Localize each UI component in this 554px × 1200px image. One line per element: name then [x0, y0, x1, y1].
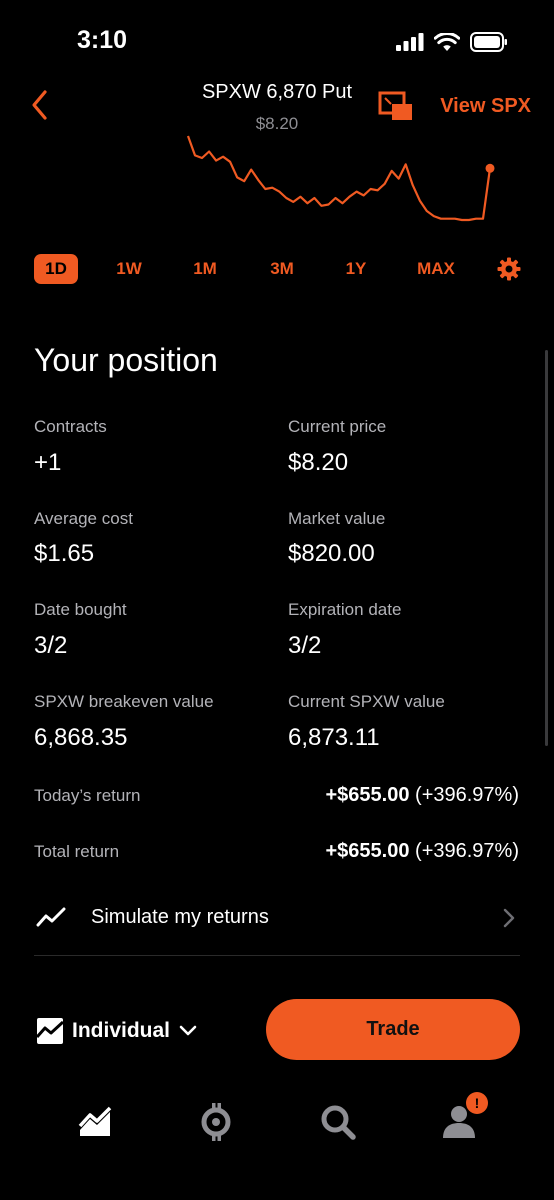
- chart-settings-gear-icon[interactable]: [497, 257, 521, 281]
- range-tab-max[interactable]: MAX: [411, 251, 461, 287]
- date-bought-value: 3/2: [34, 632, 68, 659]
- battery-icon: [470, 32, 507, 52]
- chevron-right-icon: [503, 908, 515, 928]
- current-price-dot: [485, 163, 495, 173]
- status-time: 3:10: [77, 26, 128, 54]
- current-spxw-value: 6,873.11: [288, 724, 380, 751]
- nav-search-icon[interactable]: [318, 1100, 358, 1144]
- range-tab-1y[interactable]: 1Y: [331, 251, 381, 287]
- trend-line-icon: [36, 907, 66, 927]
- stock-chart-icon: [36, 1018, 64, 1044]
- todays-return-value: +$655.00 (+396.97%): [325, 784, 519, 807]
- breakeven-value: 6,868.35: [34, 724, 128, 751]
- wifi-icon: [434, 32, 460, 51]
- scrollbar[interactable]: [545, 350, 548, 746]
- view-spx-link[interactable]: View SPX: [440, 95, 531, 118]
- contracts-label: Contracts: [34, 417, 107, 436]
- current-price-label: Current price: [288, 417, 387, 436]
- position-title: Your position: [34, 342, 218, 378]
- current-spxw-label: Current SPXW value: [288, 692, 445, 711]
- todays-return-percent: (+396.97%): [415, 784, 519, 806]
- trade-button[interactable]: Trade: [266, 999, 520, 1060]
- expiration-date-value: 3/2: [288, 632, 322, 659]
- cellular-signal-icon: [396, 33, 424, 51]
- expiration-date-label: Expiration date: [288, 600, 402, 619]
- status-icons: [396, 30, 508, 54]
- market-value-value: $820.00: [288, 540, 375, 567]
- total-return-amount: +$655.00: [325, 840, 410, 862]
- contracts-value: +1: [34, 449, 62, 476]
- account-selector[interactable]: Individual: [36, 1014, 198, 1048]
- todays-return-label: Today’s return: [34, 786, 141, 805]
- notification-badge: !: [466, 1092, 488, 1114]
- average-cost-value: $1.65: [34, 540, 95, 567]
- nav-investing-icon[interactable]: [76, 1100, 116, 1144]
- total-return-label: Total return: [34, 842, 120, 861]
- divider: [34, 955, 520, 956]
- todays-return-amount: +$655.00: [325, 784, 410, 806]
- range-tab-1m[interactable]: 1M: [180, 251, 230, 287]
- range-tab-1d[interactable]: 1D: [34, 254, 78, 284]
- current-price-value: $8.20: [288, 449, 349, 476]
- total-return-value: +$655.00 (+396.97%): [325, 840, 519, 863]
- date-bought-label: Date bought: [34, 600, 127, 619]
- average-cost-label: Average cost: [34, 509, 133, 528]
- range-tab-1w[interactable]: 1W: [104, 251, 154, 287]
- picture-in-picture-icon[interactable]: [378, 88, 414, 124]
- chevron-down-icon: [179, 1025, 197, 1036]
- market-value-label: Market value: [288, 509, 386, 528]
- range-selector: 1D 1W 1M 3M 1Y MAX: [0, 251, 554, 287]
- nav-crypto-icon[interactable]: [196, 1100, 236, 1144]
- range-tab-3m[interactable]: 3M: [257, 251, 307, 287]
- account-label: Individual: [72, 1019, 171, 1042]
- breakeven-label: SPXW breakeven value: [34, 692, 214, 711]
- total-return-percent: (+396.97%): [415, 840, 519, 862]
- price-chart[interactable]: [0, 128, 554, 238]
- price-line: [186, 135, 492, 222]
- simulate-returns-label[interactable]: Simulate my returns: [91, 906, 269, 929]
